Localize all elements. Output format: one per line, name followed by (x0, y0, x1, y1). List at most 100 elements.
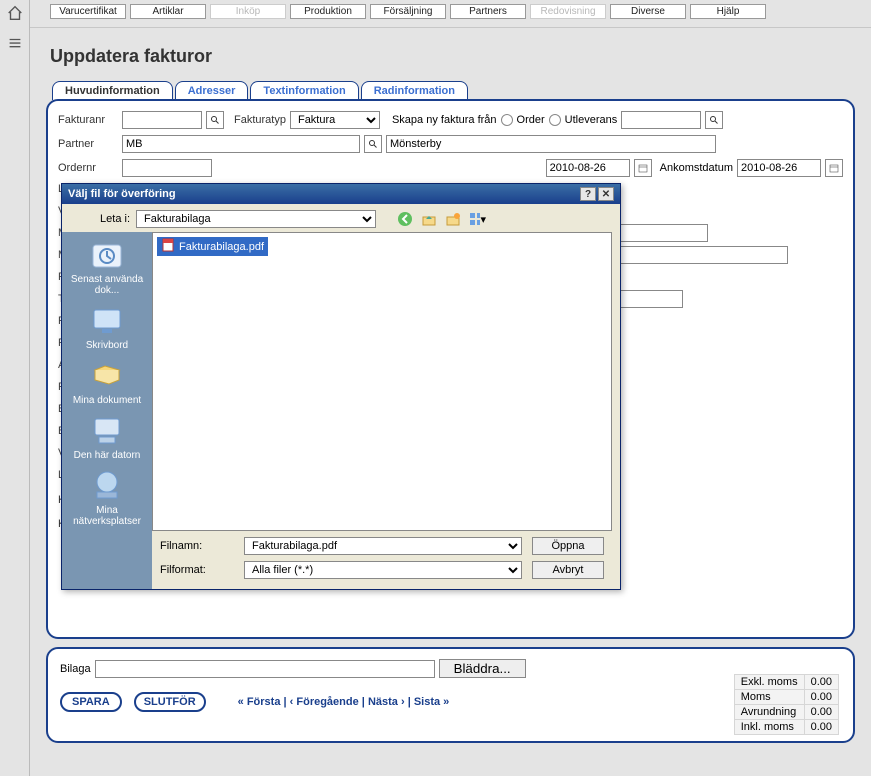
back-icon[interactable] (396, 210, 414, 228)
input-filnamn[interactable]: Fakturabilaga.pdf (244, 537, 522, 555)
totals-label-1: Moms (734, 690, 804, 705)
input-bilaga[interactable] (95, 660, 435, 678)
cancel-button[interactable]: Avbryt (532, 561, 604, 579)
label-bilaga: Bilaga (60, 663, 91, 675)
label-skapa-ny: Skapa ny faktura från (392, 114, 497, 126)
input-ankomstdatum[interactable] (737, 159, 821, 177)
file-item-label: Fakturabilaga.pdf (179, 241, 264, 253)
select-fakturatyp[interactable]: Faktura (290, 111, 380, 129)
up-folder-icon[interactable] (420, 210, 438, 228)
file-list[interactable]: Fakturabilaga.pdf (152, 232, 612, 531)
label-filnamn: Filnamn: (160, 540, 234, 552)
place-computer[interactable]: Den här datorn (64, 412, 150, 461)
totals-value-0: 0.00 (804, 675, 838, 690)
file-dialog: Välj fil för överföring ? ✕ Leta i: Fakt… (61, 183, 621, 590)
tab-huvudinformation[interactable]: Huvudinformation (52, 81, 173, 100)
calendar-icon-2[interactable] (825, 159, 843, 177)
file-item-0[interactable]: Fakturabilaga.pdf (157, 237, 268, 256)
tab-adresser[interactable]: Adresser (175, 81, 249, 100)
input-utleverans[interactable] (621, 111, 701, 129)
search-utleverans-icon[interactable] (705, 111, 723, 129)
totals-value-2: 0.00 (804, 705, 838, 720)
input-date1[interactable] (546, 159, 630, 177)
select-leta-i[interactable]: Fakturabilaga (136, 210, 376, 228)
totals-value-3: 0.00 (804, 720, 838, 735)
nav-next[interactable]: Nästa › (368, 696, 405, 708)
list-icon[interactable] (6, 54, 24, 66)
calendar-icon-1[interactable] (634, 159, 652, 177)
save-button[interactable]: SPARA (60, 692, 122, 712)
totals-row: Inkl. moms0.00 (734, 720, 838, 735)
browse-button[interactable]: Bläddra... (439, 659, 526, 678)
nav-first[interactable]: « Första (238, 696, 281, 708)
menu-diverse[interactable]: Diverse (610, 4, 686, 19)
nav-prev[interactable]: ‹ Föregående (290, 696, 359, 708)
label-utleverans: Utleverans (565, 114, 618, 126)
finish-button[interactable]: SLUTFÖR (134, 692, 206, 712)
views-icon[interactable]: ▾ (468, 210, 486, 228)
search-partner-icon[interactable] (364, 135, 382, 153)
obscured-input-b[interactable] (608, 246, 788, 264)
place-label-1: Skrivbord (64, 340, 150, 351)
totals-label-0: Exkl. moms (734, 675, 804, 690)
label-ankomstdatum: Ankomstdatum (660, 162, 733, 174)
totals-row: Avrundning0.00 (734, 705, 838, 720)
label-ordernr: Ordernr (58, 162, 118, 174)
dialog-help-icon[interactable]: ? (580, 187, 596, 201)
totals-value-1: 0.00 (804, 690, 838, 705)
label-fakturatyp: Fakturatyp (234, 114, 286, 126)
label-partner: Partner (58, 138, 118, 150)
place-label-0: Senast använda dok... (64, 274, 150, 296)
dialog-close-icon[interactable]: ✕ (598, 187, 614, 201)
nav-last[interactable]: Sista » (414, 696, 449, 708)
tab-textinformation[interactable]: Textinformation (250, 81, 358, 100)
menu-redovisning: Redovisning (530, 4, 606, 19)
place-label-4: Mina nätverksplatser (64, 505, 150, 527)
dialog-titlebar[interactable]: Välj fil för överföring ? ✕ (62, 184, 620, 204)
totals-row: Exkl. moms0.00 (734, 675, 838, 690)
place-docs[interactable]: Mina dokument (64, 357, 150, 406)
input-fakturanr[interactable] (122, 111, 202, 129)
label-order: Order (517, 114, 545, 126)
totals-label-2: Avrundning (734, 705, 804, 720)
places-bar: Senast använda dok... Skrivbord Mina dok… (62, 232, 152, 589)
totals-row: Moms0.00 (734, 690, 838, 705)
label-filformat: Filformat: (160, 564, 234, 576)
place-recent[interactable]: Senast använda dok... (64, 236, 150, 296)
new-folder-icon[interactable] (444, 210, 462, 228)
obscured-input-a[interactable] (608, 224, 708, 242)
menu-hjalp[interactable]: Hjälp (690, 4, 766, 19)
menu-varucertifikat[interactable]: Varucertifikat (50, 4, 126, 19)
left-rail (0, 0, 30, 776)
select-filformat[interactable]: Alla filer (*.*) (244, 561, 522, 579)
radio-order[interactable] (501, 114, 513, 126)
menu-inkop: Inköp (210, 4, 286, 19)
page-title: Uppdatera fakturor (50, 46, 855, 67)
place-network[interactable]: Mina nätverksplatser (64, 467, 150, 527)
home-icon[interactable] (6, 23, 24, 35)
place-label-3: Den här datorn (64, 450, 150, 461)
menu-forsaljning[interactable]: Försäljning (370, 4, 446, 19)
search-fakturanr-icon[interactable] (206, 111, 224, 129)
radio-utleverans[interactable] (549, 114, 561, 126)
input-partner[interactable] (122, 135, 360, 153)
top-menu: Varucertifikat Artiklar Inköp Produktion… (30, 0, 871, 28)
place-label-2: Mina dokument (64, 395, 150, 406)
pdf-icon (161, 238, 175, 255)
tab-bar: Huvudinformation Adresser Textinformatio… (52, 81, 855, 100)
menu-artiklar[interactable]: Artiklar (130, 4, 206, 19)
nav-links: « Första | ‹ Föregående | Nästa › | Sist… (238, 696, 450, 708)
menu-produktion[interactable]: Produktion (290, 4, 366, 19)
label-leta-i: Leta i: (70, 213, 130, 225)
label-fakturanr: Fakturanr (58, 114, 118, 126)
tab-radinformation[interactable]: Radinformation (361, 81, 468, 100)
bottom-panel: Bilaga Bläddra... SPARA SLUTFÖR « Första… (46, 647, 855, 743)
open-button[interactable]: Öppna (532, 537, 604, 555)
place-desktop[interactable]: Skrivbord (64, 302, 150, 351)
totals-table: Exkl. moms0.00 Moms0.00 Avrundning0.00 I… (734, 674, 839, 735)
totals-label-3: Inkl. moms (734, 720, 804, 735)
input-partner-name (386, 135, 716, 153)
menu-partners[interactable]: Partners (450, 4, 526, 19)
input-ordernr[interactable] (122, 159, 212, 177)
dialog-title: Välj fil för överföring (68, 188, 176, 200)
